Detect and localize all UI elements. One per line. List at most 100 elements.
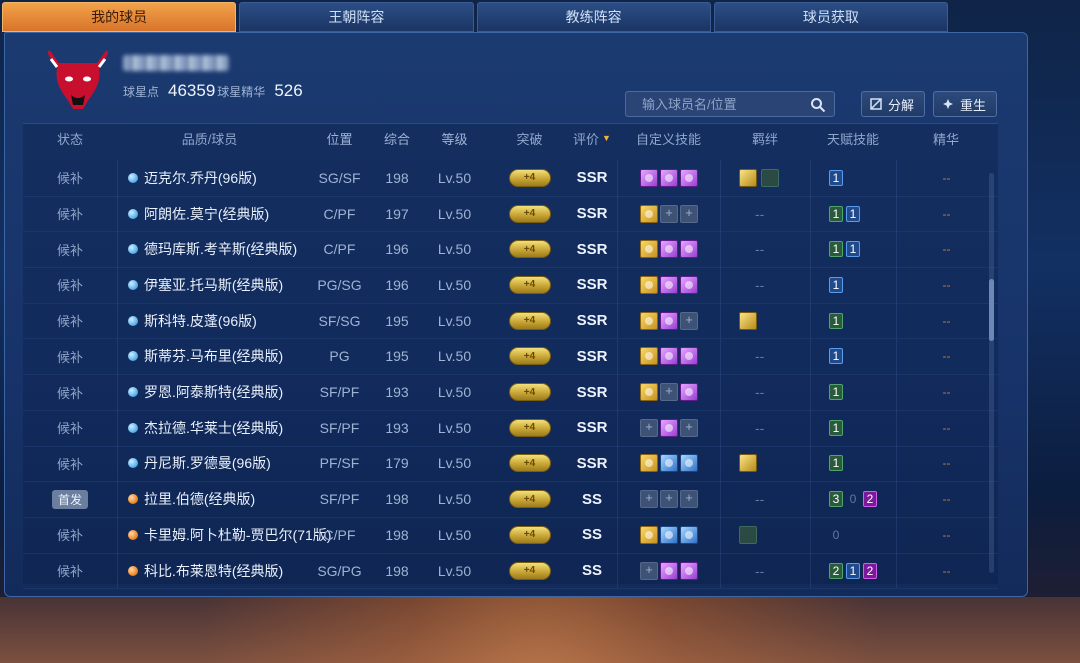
skill-icon[interactable] — [680, 275, 698, 294]
add-skill-icon[interactable] — [660, 490, 678, 509]
skill-icon[interactable] — [640, 240, 658, 259]
state-text: 候补 — [56, 171, 83, 187]
cell-level: Lv.50 — [437, 276, 472, 293]
decompose-icon — [870, 98, 882, 110]
skill-icon[interactable] — [660, 240, 678, 259]
starter-badge: 首发 — [51, 489, 88, 509]
cell-grade: SSR — [576, 419, 608, 437]
table-row[interactable]: 候补 杰拉德.华莱士(经典版) SF/PF 193 Lv.50 +4 SSR -… — [23, 409, 998, 447]
cell-bond — [720, 160, 810, 196]
table-row[interactable]: 候补 迈克尔.乔丹(96版) SG/SF 198 Lv.50 +4 SSR 1 … — [23, 160, 998, 197]
cell-state: 候补 — [23, 196, 117, 232]
skill-icon[interactable] — [640, 168, 658, 187]
talent-badge: 1 — [829, 276, 843, 293]
skill-icon[interactable] — [680, 240, 698, 259]
add-skill-icon[interactable] — [640, 418, 658, 437]
col-grade[interactable]: 评价 ▼ — [567, 124, 617, 152]
cell-level: Lv.50 — [437, 312, 472, 329]
skill-icon[interactable] — [680, 347, 698, 366]
cell-break: +4 — [492, 374, 567, 410]
skill-icon[interactable] — [660, 311, 678, 330]
table-row[interactable]: 候补 伊塞亚.托马斯(经典版) PG/SG 196 Lv.50 +4 SSR -… — [23, 267, 998, 304]
skill-icon[interactable] — [660, 168, 678, 187]
skill-icon[interactable] — [640, 311, 658, 330]
cell-player: 科比.布莱恩特(经典版) — [117, 552, 302, 589]
cell-pos: PG/SG — [317, 276, 362, 293]
skill-icon[interactable] — [660, 418, 678, 437]
cell-ovr: 193 — [385, 384, 409, 401]
break-badge: +4 — [508, 204, 551, 223]
cell-grade: SSR — [576, 383, 608, 401]
cell-bond: -- — [720, 481, 810, 517]
skill-icon[interactable] — [680, 525, 698, 544]
tab-player-acquire[interactable]: 球员获取 — [713, 2, 948, 32]
skill-icon[interactable] — [680, 168, 698, 187]
skill-icon[interactable] — [680, 383, 698, 402]
skill-icon[interactable] — [680, 561, 698, 580]
table-row[interactable]: 候补 丹尼斯.罗德曼(96版) PF/SF 179 Lv.50 +4 SSR 1… — [23, 445, 998, 483]
quality-dot-icon — [128, 422, 138, 433]
scrollbar-track[interactable] — [989, 173, 994, 573]
talent-badge: 1 — [829, 169, 843, 186]
add-skill-icon[interactable] — [680, 490, 698, 509]
talent-badge: 2 — [863, 491, 877, 508]
cell-talents: 1 — [810, 338, 896, 375]
court-floor-bg — [0, 597, 1080, 663]
currency-row: 球星点 46359 球星精华 526 — [123, 81, 305, 101]
add-skill-icon[interactable] — [680, 418, 698, 437]
cell-skills — [617, 338, 720, 375]
skill-icon[interactable] — [660, 454, 678, 473]
add-skill-icon[interactable] — [640, 490, 658, 509]
cell-ovr: 195 — [385, 348, 409, 365]
skill-icon[interactable] — [640, 383, 658, 402]
state-text: 候补 — [56, 314, 83, 330]
skill-icon[interactable] — [640, 525, 658, 544]
cell-break: +4 — [492, 231, 567, 267]
table-row[interactable]: 候补 德玛库斯.考辛斯(经典版) C/PF 196 Lv.50 +4 SSR -… — [23, 231, 998, 269]
cell-level: Lv.50 — [437, 491, 472, 508]
add-skill-icon[interactable] — [660, 204, 678, 223]
table-row[interactable]: 候补 卡里姆.阿卜杜勒-贾巴尔(71版) C/PF 198 Lv.50 +4 S… — [23, 517, 998, 554]
cell-talents: 1 — [810, 267, 896, 303]
scrollbar-thumb[interactable] — [989, 279, 994, 341]
table-row[interactable]: 首发 拉里.伯德(经典版) SF/PF 198 Lv.50 +4 SS -- 3… — [23, 481, 998, 518]
skill-icon[interactable] — [640, 204, 658, 223]
table-row[interactable]: 候补 斯蒂芬.马布里(经典版) PG 195 Lv.50 +4 SSR -- 1… — [23, 338, 998, 376]
table-row[interactable]: 候补 罗恩.阿泰斯特(经典版) SF/PF 193 Lv.50 +4 SSR -… — [23, 374, 998, 411]
cell-talents: 1 — [810, 302, 896, 339]
search-input[interactable] — [626, 95, 812, 113]
skill-icon[interactable] — [640, 454, 658, 473]
decompose-label: 分解 — [888, 97, 915, 113]
table-row[interactable]: 候补 阿朗佐.莫宁(经典版) C/PF 197 Lv.50 +4 SSR -- … — [23, 195, 998, 233]
skill-icon[interactable] — [640, 275, 658, 294]
cell-essence: -- — [896, 302, 996, 339]
skill-icon[interactable] — [640, 347, 658, 366]
break-badge: +4 — [508, 383, 551, 402]
tab-my-players[interactable]: 我的球员 — [2, 2, 237, 32]
cell-essence: -- — [896, 267, 996, 303]
cell-ovr: 198 — [385, 562, 409, 579]
skill-icon[interactable] — [660, 561, 678, 580]
cell-break: +4 — [492, 553, 567, 589]
skill-icon[interactable] — [680, 454, 698, 473]
skill-icon[interactable] — [660, 347, 678, 366]
add-skill-icon[interactable] — [640, 561, 658, 580]
cell-skills — [617, 374, 720, 410]
add-skill-icon[interactable] — [660, 383, 678, 402]
rebirth-button[interactable]: 重生 — [933, 91, 997, 117]
quality-dot-icon — [128, 351, 138, 362]
cell-grade: SSR — [576, 454, 608, 472]
table-row[interactable]: 候补 斯科特.皮蓬(96版) SF/SG 195 Lv.50 +4 SSR 1 … — [23, 302, 998, 340]
tab-dynasty-lineup[interactable]: 王朝阵容 — [239, 2, 474, 32]
break-badge: +4 — [508, 525, 551, 544]
skill-icon[interactable] — [660, 525, 678, 544]
col-ovr: 综合 — [383, 131, 410, 147]
state-text: 候补 — [56, 242, 83, 258]
tab-coach-lineup[interactable]: 教练阵容 — [476, 2, 711, 32]
skill-icon[interactable] — [660, 275, 678, 294]
add-skill-icon[interactable] — [680, 311, 698, 330]
table-row[interactable]: 候补 科比.布莱恩特(经典版) SG/PG 198 Lv.50 +4 SS --… — [23, 552, 998, 590]
add-skill-icon[interactable] — [680, 204, 698, 223]
search-icon[interactable] — [810, 97, 826, 113]
decompose-button[interactable]: 分解 — [861, 91, 925, 117]
